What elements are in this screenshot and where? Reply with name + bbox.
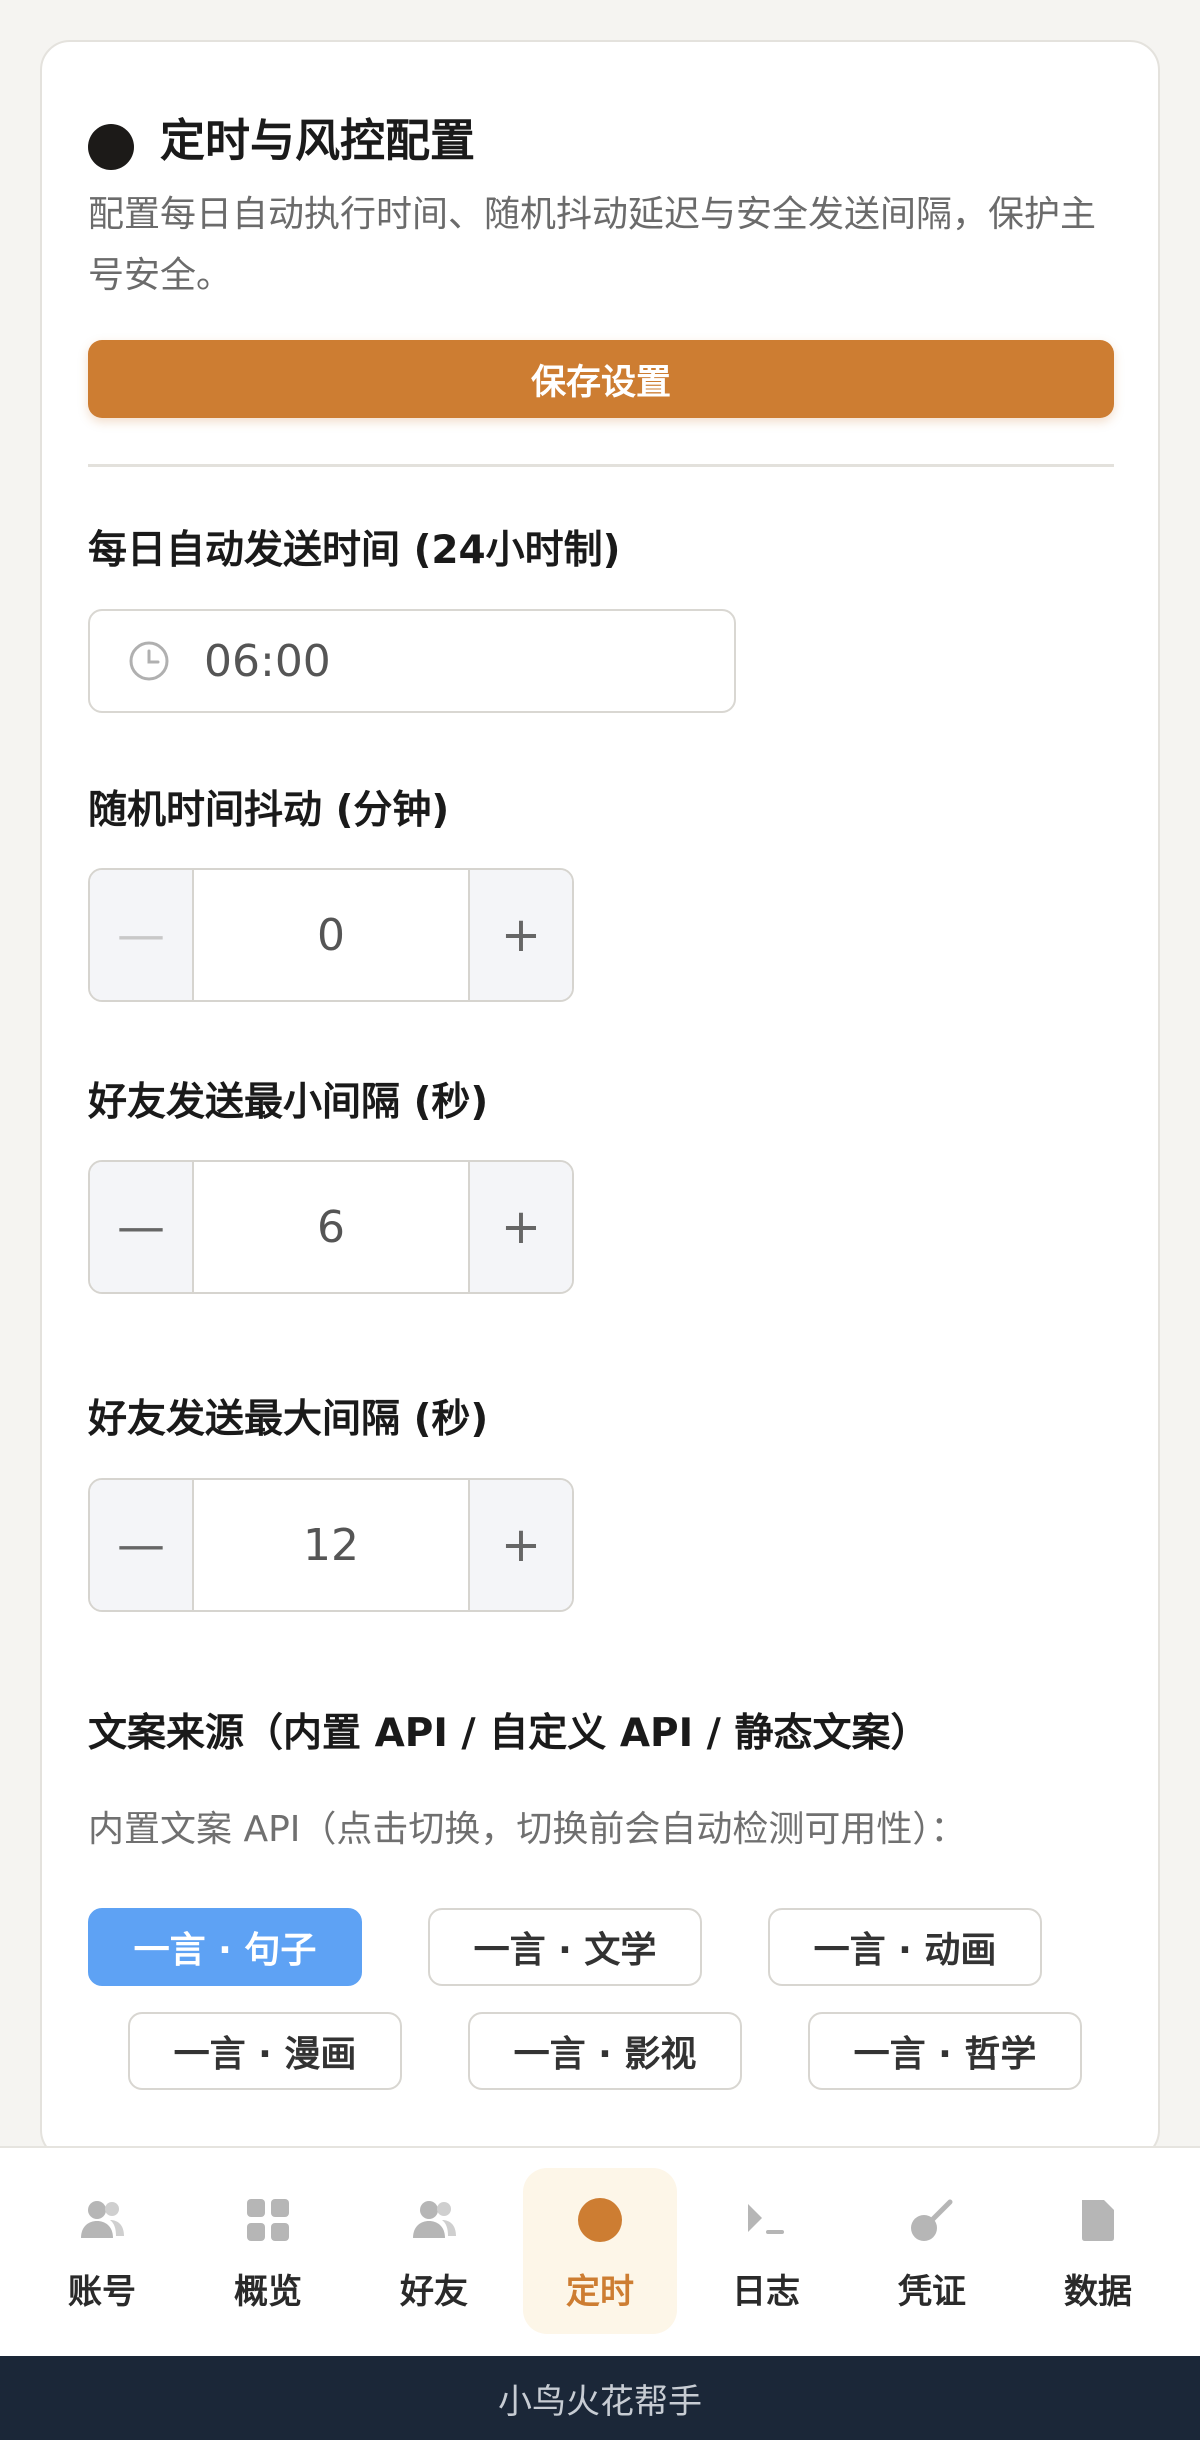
chip-yiyan-anime[interactable]: 一言 · 动画 <box>768 1908 1042 1986</box>
users-icon <box>413 2201 456 2238</box>
nav-label: 凭证 <box>898 2272 966 2312</box>
jitter-label: 随机时间抖动 (分钟) <box>88 788 450 833</box>
jitter-increment-button[interactable]: + <box>468 870 572 1000</box>
nav-label: 数据 <box>1064 2272 1132 2312</box>
jitter-value[interactable]: 0 <box>194 870 468 1000</box>
min-interval-label: 好友发送最小间隔 (秒) <box>88 1080 489 1125</box>
divider <box>88 464 1114 467</box>
users-icon <box>81 2201 124 2238</box>
page-title: 定时与风控配置 <box>160 113 476 167</box>
min-interval-decrement-button[interactable]: — <box>90 1162 194 1292</box>
copy-source-label: 文案来源（内置 API / 自定义 API / 静态文案） <box>88 1711 930 1756</box>
min-interval-stepper: — 6 + <box>88 1160 574 1294</box>
nav-label: 账号 <box>68 2272 136 2312</box>
app-footer: 小鸟火花帮手 <box>0 2356 1200 2440</box>
max-interval-label: 好友发送最大间隔 (秒) <box>88 1397 489 1442</box>
max-interval-decrement-button[interactable]: — <box>90 1480 194 1610</box>
title-row: 定时与风控配置 <box>88 102 1108 170</box>
nav-item-schedule[interactable]: 定时 <box>523 2168 677 2334</box>
dot-icon <box>88 124 134 170</box>
page-subtitle: 配置每日自动执行时间、随机抖动延迟与安全发送间隔，保护主号安全。 <box>88 194 1097 296</box>
daily-time-input[interactable]: 06:00 <box>88 609 736 713</box>
bottom-nav: 账号 概览 好友 定时 日志 凭证 数据 <box>0 2146 1200 2356</box>
jitter-stepper: — 0 + <box>88 868 574 1002</box>
terminal-icon <box>748 2204 784 2234</box>
chip-yiyan-film[interactable]: 一言 · 影视 <box>468 2012 742 2090</box>
jitter-decrement-button[interactable]: — <box>90 870 194 1000</box>
clock-icon <box>129 641 169 681</box>
nav-item-friends[interactable]: 好友 <box>357 2168 511 2334</box>
card-header: 定时与风控配置 配置每日自动执行时间、随机抖动延迟与安全发送间隔，保护主号安全。 <box>88 102 1108 306</box>
nav-label: 概览 <box>234 2272 302 2312</box>
daily-time-value: 06:00 <box>204 635 331 687</box>
nav-label: 定时 <box>566 2272 634 2312</box>
nav-item-credentials[interactable]: 凭证 <box>855 2168 1009 2334</box>
min-interval-increment-button[interactable]: + <box>468 1162 572 1292</box>
circle-icon <box>578 2198 622 2242</box>
nav-item-accounts[interactable]: 账号 <box>25 2168 179 2334</box>
settings-card: 定时与风控配置 配置每日自动执行时间、随机抖动延迟与安全发送间隔，保护主号安全。… <box>40 40 1160 2160</box>
chip-yiyan-philosophy[interactable]: 一言 · 哲学 <box>808 2012 1082 2090</box>
copy-source-hint: 内置文案 API（点击切换，切换前会自动检测可用性）： <box>88 1809 967 1850</box>
nav-label: 日志 <box>732 2272 800 2312</box>
max-interval-value[interactable]: 12 <box>194 1480 468 1610</box>
nav-item-data[interactable]: 数据 <box>1021 2168 1175 2334</box>
chip-yiyan-comic[interactable]: 一言 · 漫画 <box>128 2012 402 2090</box>
grid-icon <box>247 2199 289 2241</box>
daily-time-label: 每日自动发送时间 (24小时制) <box>88 528 621 573</box>
max-interval-stepper: — 12 + <box>88 1478 574 1612</box>
chip-yiyan-literature[interactable]: 一言 · 文学 <box>428 1908 702 1986</box>
nav-label: 好友 <box>400 2272 468 2312</box>
nav-item-logs[interactable]: 日志 <box>689 2168 843 2334</box>
min-interval-value[interactable]: 6 <box>194 1162 468 1292</box>
nav-item-overview[interactable]: 概览 <box>191 2168 345 2334</box>
key-icon <box>911 2199 953 2241</box>
chip-yiyan-sentence[interactable]: 一言 · 句子 <box>88 1908 362 1986</box>
max-interval-increment-button[interactable]: + <box>468 1480 572 1610</box>
file-icon <box>1082 2200 1114 2241</box>
save-button[interactable]: 保存设置 <box>88 340 1114 418</box>
